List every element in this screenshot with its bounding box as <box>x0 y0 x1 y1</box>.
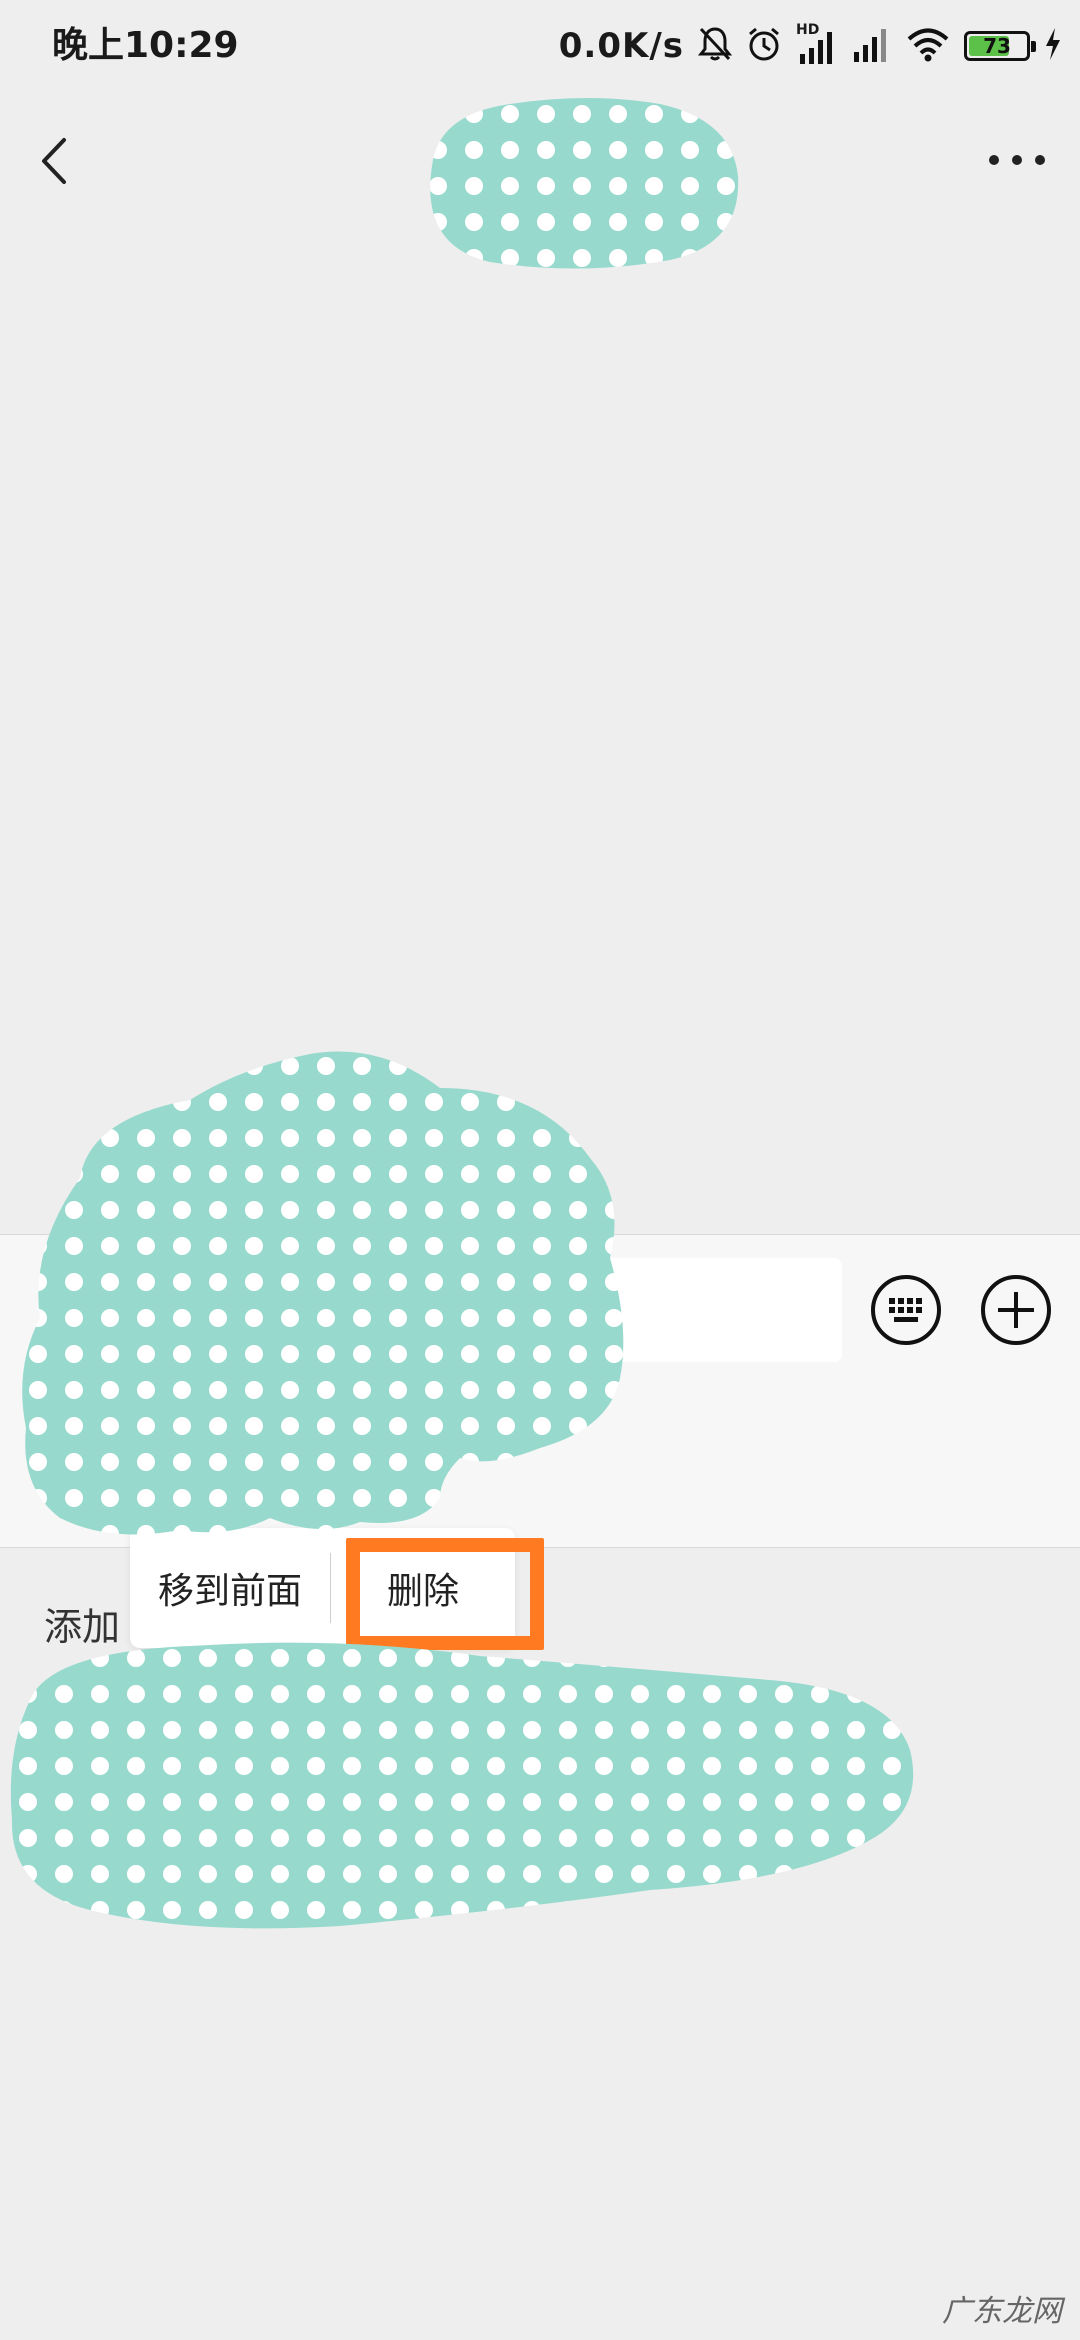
alarm-clock-icon <box>746 26 782 66</box>
plus-circle-icon <box>981 1275 1051 1345</box>
delete-highlight-frame <box>346 1538 544 1650</box>
more-horizontal-icon <box>989 155 1045 165</box>
wifi-icon <box>906 26 950 66</box>
more-button[interactable] <box>982 140 1052 180</box>
network-speed: 0.0K/s <box>558 26 684 66</box>
charging-icon <box>1044 27 1062 65</box>
back-button[interactable] <box>28 126 84 196</box>
bell-muted-icon <box>697 26 733 66</box>
redaction-blob-message <box>22 1051 624 1535</box>
signal-hd-icon: HD <box>796 22 838 66</box>
plus-button[interactable] <box>980 1274 1052 1346</box>
battery-level: 73 <box>983 34 1011 58</box>
redaction-blob-content <box>10 1642 914 1929</box>
chevron-left-icon <box>42 138 66 184</box>
status-time: 晚上10:29 <box>52 25 239 66</box>
keyboard-icon <box>871 1275 941 1345</box>
watermark-text: 广东龙网 <box>942 2294 1062 2329</box>
signal-icon <box>852 26 892 66</box>
keyboard-button[interactable] <box>870 1274 942 1346</box>
battery-cap <box>1031 41 1036 52</box>
status-bar-right: 0.0K/s HD 73 <box>559 22 1062 70</box>
battery-indicator: 73 <box>964 31 1036 61</box>
redaction-blob-title <box>430 98 739 269</box>
